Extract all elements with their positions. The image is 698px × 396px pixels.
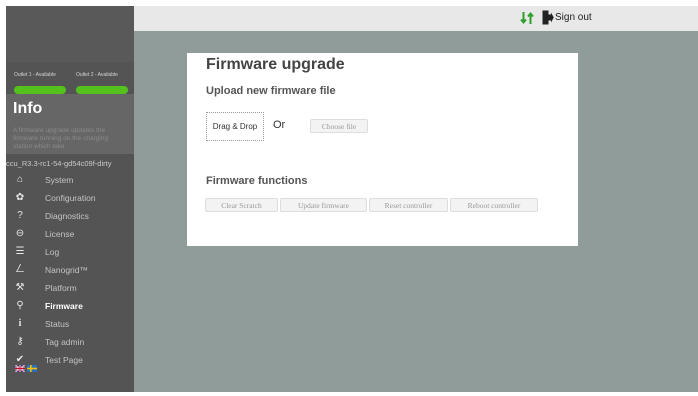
sidebar-item-label: Diagnostics (45, 211, 89, 221)
sidebar-item-nanogrid[interactable]: ㄥ Nanogrid™ (6, 261, 134, 279)
update-firmware-button[interactable]: Update firmware (280, 198, 367, 212)
sidebar-item-firmware[interactable]: ⚲ Firmware (6, 297, 134, 315)
functions-heading: Firmware functions (206, 175, 308, 187)
sidebar-item-configuration[interactable]: ✿ Configuration (6, 189, 134, 207)
sign-out-icon[interactable] (542, 10, 554, 25)
sidebar-item-label: System (45, 175, 74, 185)
sidebar-item-platform[interactable]: ⚒ Platform (6, 279, 134, 297)
sidebar-item-log[interactable]: ☰ Log (6, 243, 134, 261)
language-flags (15, 365, 37, 372)
chart-icon: ㄥ (15, 264, 25, 275)
top-bar: Sign out (134, 6, 698, 31)
sidebar-item-label: Test Page (45, 355, 83, 365)
key-icon: ⚷ (16, 336, 24, 347)
sidebar-item-system[interactable]: ⌂ System (6, 171, 134, 189)
sidebar-nav: ⌂ System ✿ Configuration ? Diagnostics ⊖… (6, 171, 134, 369)
reset-controller-button[interactable]: Reset controller (369, 198, 448, 212)
outlet-2-label: Outlet 2 - Available (76, 72, 118, 78)
sync-arrows-icon[interactable] (520, 11, 534, 25)
sidebar-item-label: Configuration (45, 193, 96, 203)
or-label: Or (273, 119, 286, 131)
list-icon: ☰ (15, 246, 25, 257)
lock-icon: ⊖ (15, 228, 25, 239)
uk-flag-icon[interactable] (15, 365, 25, 372)
info-icon: i (18, 318, 22, 329)
wrench-icon: ⚒ (15, 282, 25, 293)
firmware-card: Firmware upgrade Upload new firmware fil… (187, 53, 578, 246)
sidebar: Outlet 1 - Available Outlet 2 - Availabl… (6, 6, 134, 392)
outlet-1-label: Outlet 1 - Available (14, 72, 56, 78)
sweden-flag-icon[interactable] (27, 365, 37, 372)
sidebar-item-label: Status (45, 319, 70, 329)
upload-heading: Upload new firmware file (206, 85, 336, 97)
outlet-1-status (14, 86, 66, 94)
gear-icon: ✿ (15, 192, 25, 203)
clear-scratch-button[interactable]: Clear Scratch (205, 198, 278, 212)
question-icon: ? (17, 210, 23, 221)
home-icon: ⌂ (16, 174, 24, 185)
sidebar-item-label: License (45, 229, 75, 239)
choose-file-button[interactable]: Choose file (310, 119, 368, 133)
outlet-2-status (76, 86, 128, 94)
info-text: A firmware upgrade updates the firmware … (13, 127, 109, 150)
usb-icon: ⚲ (16, 300, 24, 311)
sidebar-item-label: Log (45, 247, 60, 257)
page-title: Firmware upgrade (206, 56, 345, 73)
sidebar-item-diagnostics[interactable]: ? Diagnostics (6, 207, 134, 225)
sidebar-item-license[interactable]: ⊖ License (6, 225, 134, 243)
sidebar-item-label: Firmware (45, 301, 83, 311)
reboot-controller-button[interactable]: Reboot controller (450, 198, 538, 212)
sidebar-header (6, 6, 134, 62)
bottom-frame (0, 392, 698, 396)
sidebar-item-label: Platform (45, 283, 77, 293)
version-label: ccu_R3.3-rc1-54-gd54c09f-dirty (6, 159, 112, 168)
info-title: Info (13, 100, 43, 117)
drag-drop-zone[interactable]: Drag & Drop (206, 112, 264, 141)
sidebar-item-label: Nanogrid™ (45, 265, 88, 275)
sign-out-link[interactable]: Sign out (555, 12, 592, 23)
sidebar-item-label: Tag admin (45, 337, 85, 347)
sidebar-item-status[interactable]: i Status (6, 315, 134, 333)
sidebar-item-tag-admin[interactable]: ⚷ Tag admin (6, 333, 134, 351)
